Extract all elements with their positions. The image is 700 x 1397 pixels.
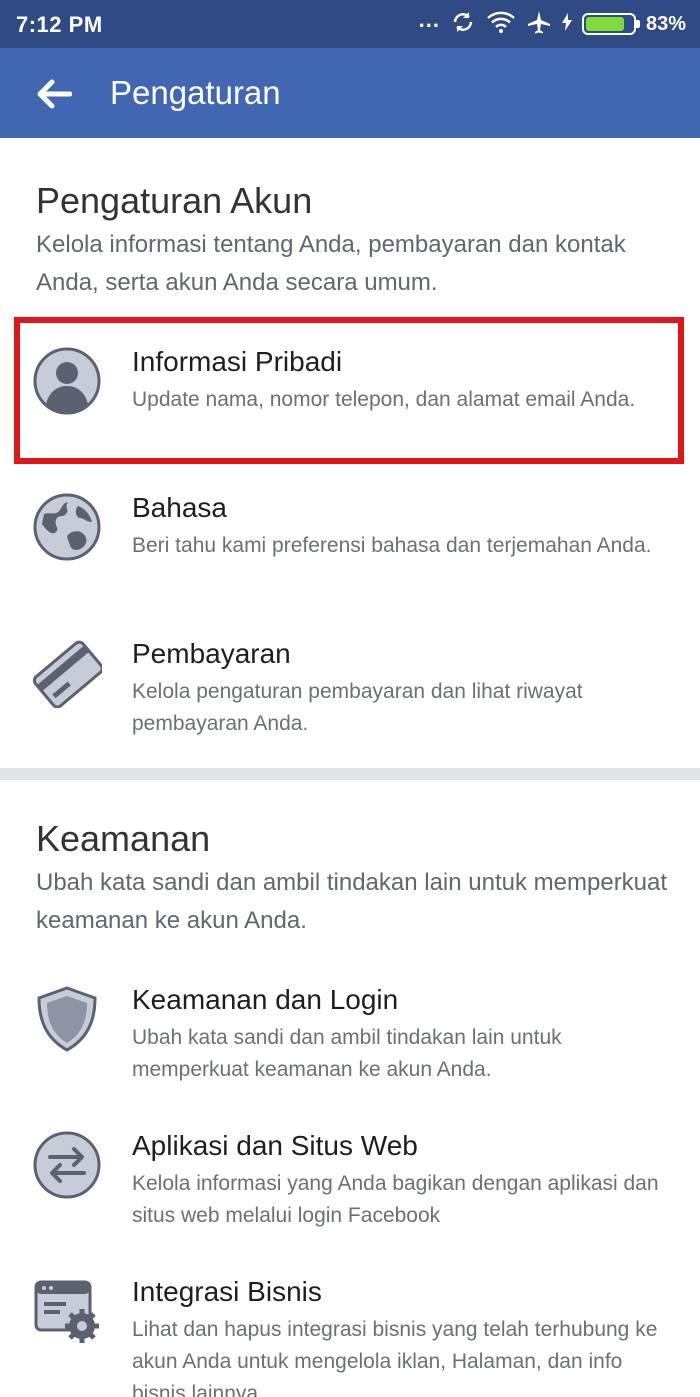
item-desc: Kelola informasi yang Anda bagikan denga… — [132, 1172, 659, 1227]
item-title: Keamanan dan Login — [132, 984, 399, 1015]
charging-icon — [561, 12, 572, 36]
swap-arrows-icon — [33, 1131, 101, 1199]
item-desc: Beri tahu kami preferensi bahasa dan ter… — [132, 534, 652, 557]
item-desc: Update nama, nomor telepon, dan alamat e… — [132, 388, 636, 411]
status-time: 7:12 PM — [16, 12, 103, 37]
item-title: Integrasi Bisnis — [132, 1276, 322, 1307]
section-desc-security: Ubah kata sandi dan ambil tindakan lain … — [36, 869, 668, 934]
item-title: Informasi Pribadi — [132, 346, 343, 377]
arrow-left-icon — [37, 79, 72, 109]
item-title: Bahasa — [132, 492, 227, 523]
battery-fill — [585, 17, 625, 31]
settings-item-personal-info[interactable]: Informasi Pribadi Update nama, nomor tel… — [14, 324, 684, 458]
notification-dots: ... — [418, 7, 440, 32]
person-icon — [33, 347, 101, 415]
battery-icon — [581, 13, 640, 35]
section-title-account-settings: Pengaturan Akun — [36, 180, 313, 221]
settings-item-payments[interactable]: Pembayaran Kelola pengaturan pembayaran … — [14, 616, 684, 750]
settings-item-security-login[interactable]: Keamanan dan Login Ubah kata sandi dan a… — [14, 962, 684, 1096]
business-settings-icon — [34, 1280, 99, 1343]
sync-icon — [450, 9, 476, 40]
battery-percent: 83% — [645, 12, 686, 35]
globe-icon — [33, 493, 101, 561]
back-button[interactable] — [30, 70, 78, 118]
item-title: Pembayaran — [132, 638, 291, 669]
settings-item-language[interactable]: Bahasa Beri tahu kami preferensi bahasa … — [14, 470, 684, 604]
item-title: Aplikasi dan Situs Web — [132, 1130, 418, 1161]
wifi-icon — [486, 10, 516, 39]
settings-item-business-integrations[interactable]: Integrasi Bisnis Lihat dan hapus integra… — [14, 1254, 684, 1397]
app-bar: Pengaturan — [0, 48, 700, 138]
status-icons: ... 83% — [418, 7, 686, 40]
credit-card-icon — [32, 640, 102, 708]
item-desc: Ubah kata sandi dan ambil tindakan lain … — [132, 1026, 562, 1081]
item-desc: Lihat dan hapus integrasi bisnis yang te… — [132, 1318, 658, 1397]
page-title: Pengaturan — [110, 74, 281, 111]
status-bar: 7:12 PM ... 83% — [0, 0, 700, 48]
section-divider — [0, 768, 700, 780]
settings-item-apps-websites[interactable]: Aplikasi dan Situs Web Kelola informasi … — [14, 1108, 684, 1242]
airplane-mode-icon — [526, 9, 552, 40]
section-title-security: Keamanan — [36, 818, 211, 859]
item-desc: Kelola pengaturan pembayaran dan lihat r… — [132, 680, 583, 735]
section-desc-account-settings: Kelola informasi tentang Anda, pembayara… — [36, 231, 626, 296]
shield-icon — [37, 986, 97, 1052]
